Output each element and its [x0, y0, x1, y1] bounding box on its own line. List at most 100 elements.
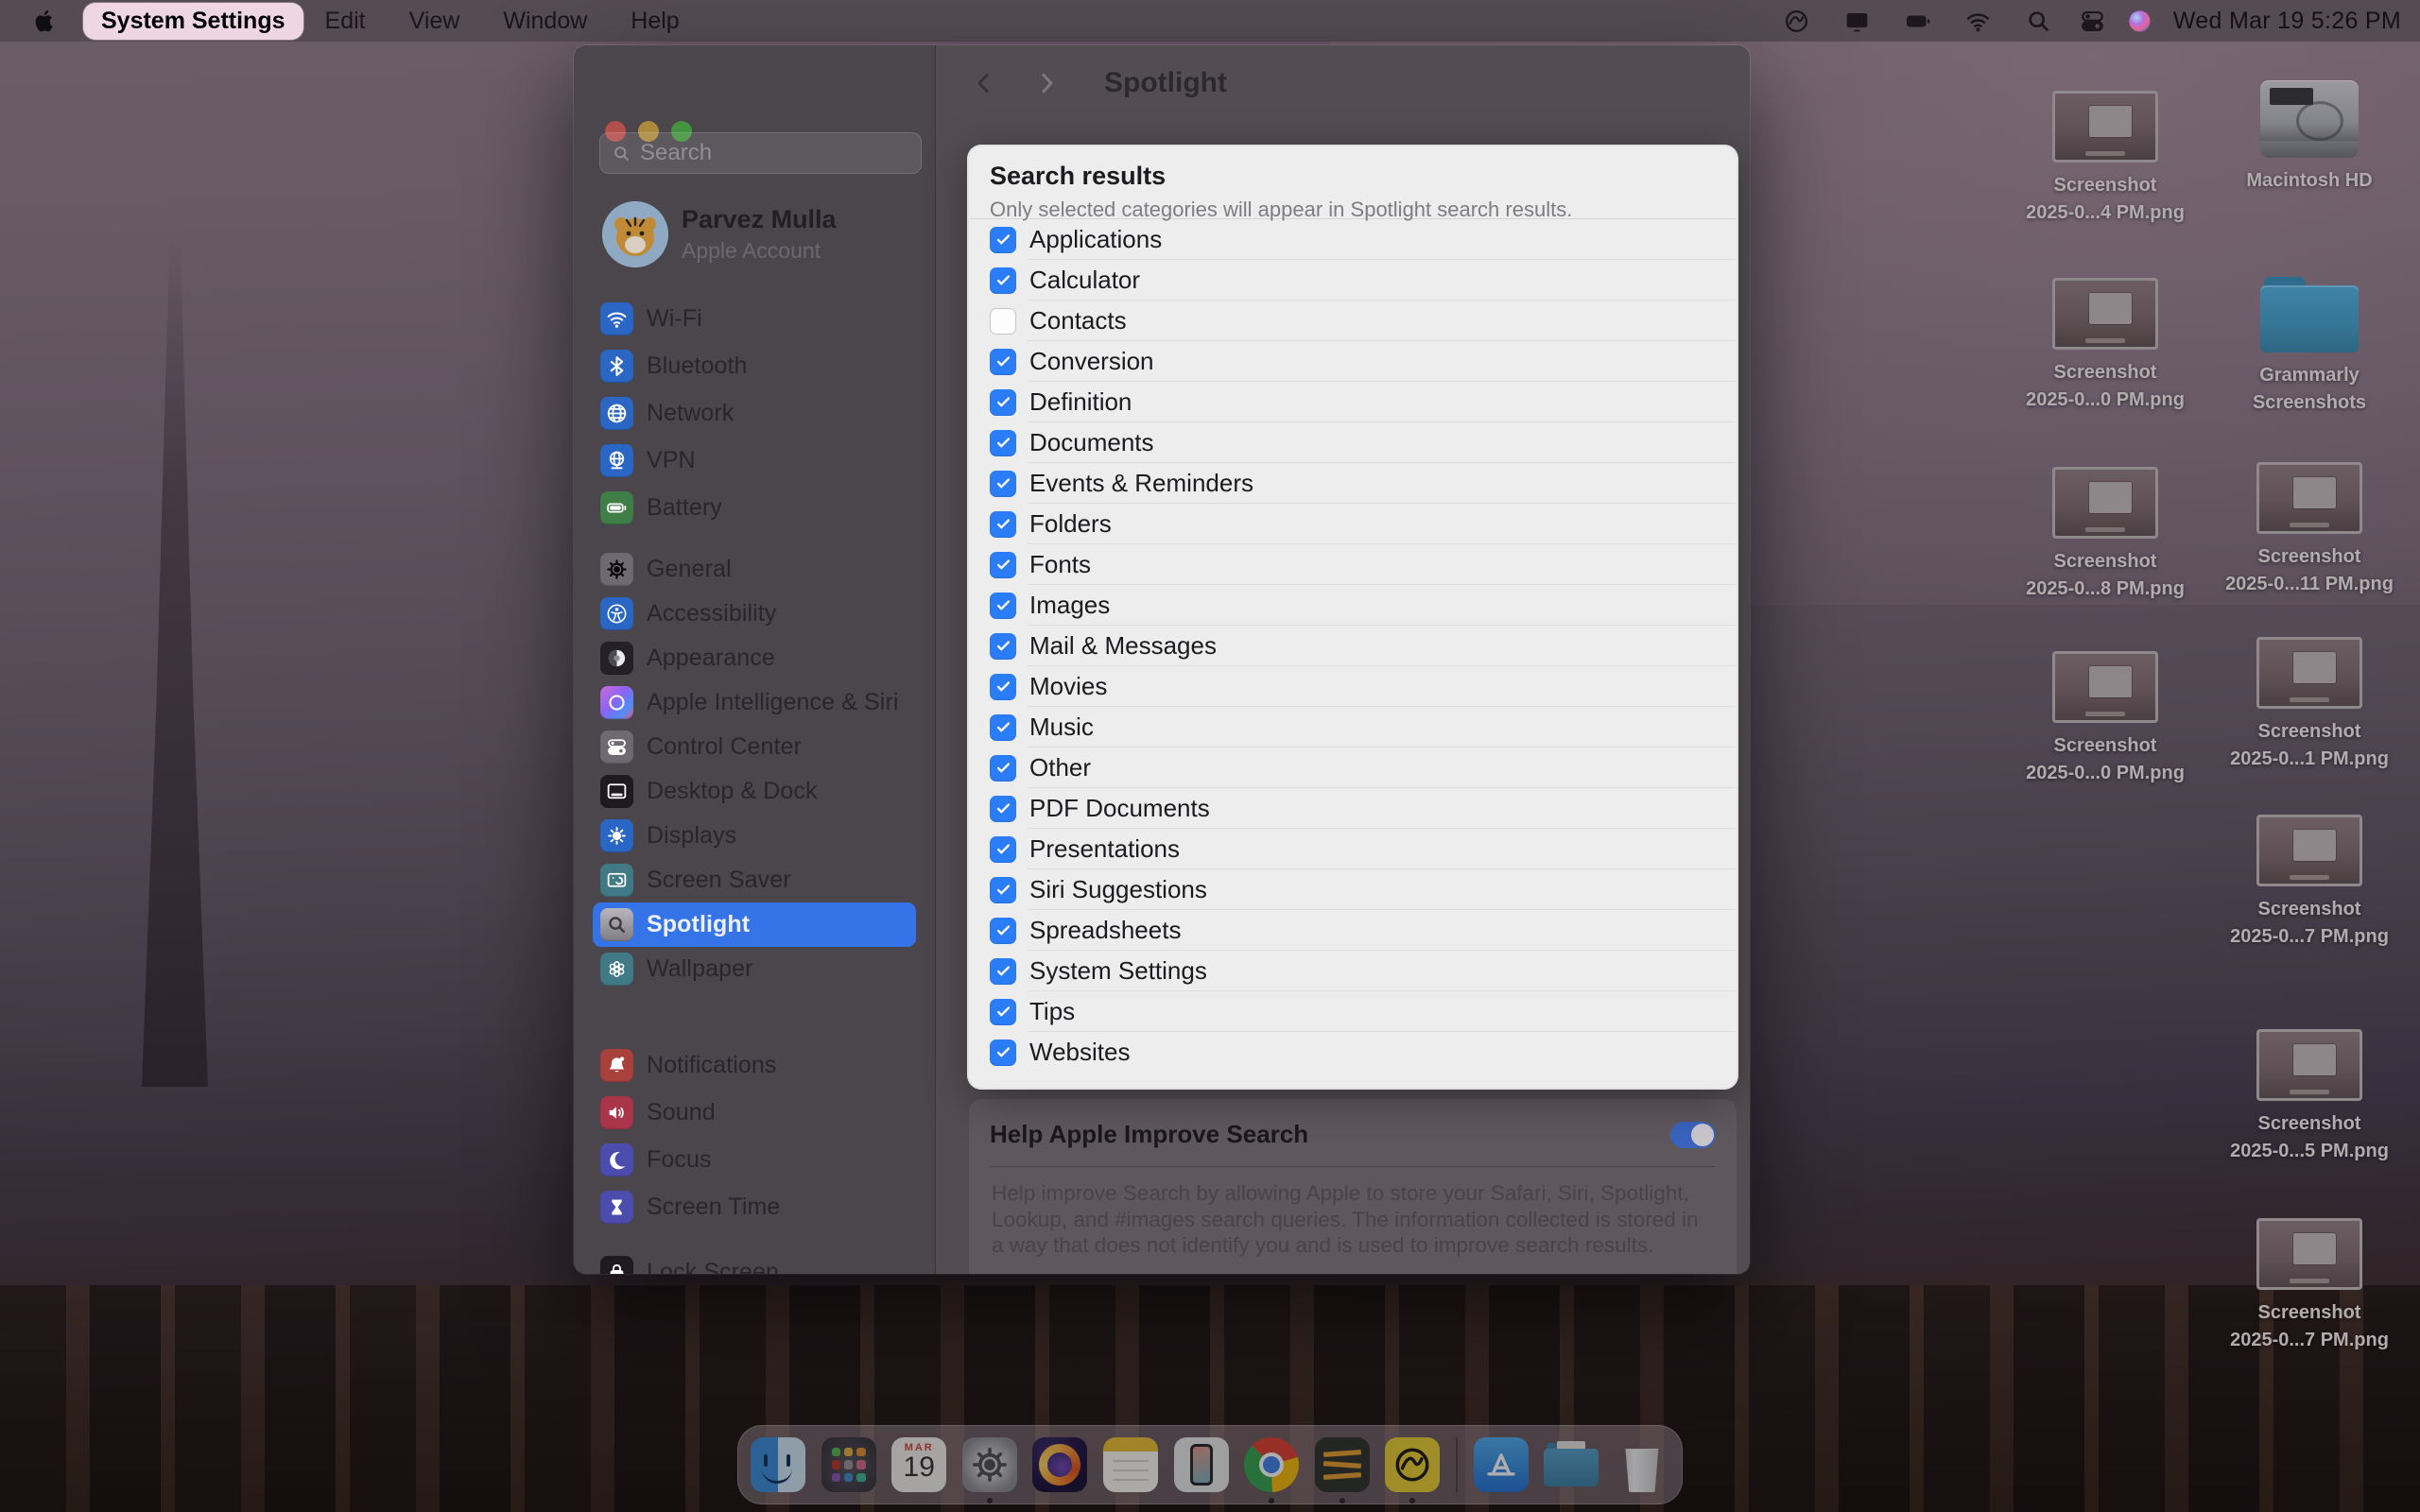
- search-category-row-folders[interactable]: Folders: [969, 504, 1737, 544]
- wifi-icon[interactable]: [1948, 0, 2009, 42]
- forward-chevron-icon[interactable]: [1032, 69, 1061, 97]
- sidebar-item-appearance[interactable]: Appearance: [593, 636, 916, 680]
- search-category-row-documents[interactable]: Documents: [969, 422, 1737, 463]
- sidebar-account-row[interactable]: Parvez Mulla Apple Account: [593, 198, 916, 270]
- app-menu-system-settings[interactable]: System Settings: [83, 2, 303, 40]
- calendar-icon[interactable]: MAR 19: [891, 1437, 947, 1492]
- app-store-icon[interactable]: [1473, 1437, 1529, 1492]
- menu-view[interactable]: View: [388, 8, 482, 35]
- menu-help[interactable]: Help: [609, 8, 700, 35]
- search-category-row-spreadsheets[interactable]: Spreadsheets: [969, 910, 1737, 951]
- search-category-row-mail-and-messages[interactable]: Mail & Messages: [969, 626, 1737, 666]
- help-improve-search-toggle[interactable]: [1670, 1121, 1716, 1148]
- sidebar-item-sound[interactable]: Sound: [593, 1089, 916, 1136]
- sidebar-item-apple-intelligence-and-siri[interactable]: Apple Intelligence & Siri: [593, 680, 916, 725]
- desktop-icon-screenshot-2025-0-8-pm-png[interactable]: Screenshot 2025-0...8 PM.png: [2001, 435, 2209, 603]
- checkbox-presentations[interactable]: [990, 835, 1016, 863]
- checkbox-fonts[interactable]: [990, 551, 1016, 578]
- menu-edit[interactable]: Edit: [303, 8, 388, 35]
- search-category-row-events-and-reminders[interactable]: Events & Reminders: [969, 463, 1737, 504]
- finder-icon[interactable]: [751, 1437, 805, 1492]
- checkbox-mail-and-messages[interactable]: [990, 632, 1016, 660]
- search-category-row-music[interactable]: Music: [969, 707, 1737, 747]
- sidebar-item-displays[interactable]: Displays: [593, 814, 916, 858]
- search-category-row-siri-suggestions[interactable]: Siri Suggestions: [969, 869, 1737, 910]
- checkbox-contacts[interactable]: [990, 307, 1016, 335]
- search-category-row-system-settings[interactable]: System Settings: [969, 951, 1737, 991]
- battery-icon[interactable]: [1888, 0, 1948, 42]
- desktop-icon-macintosh-hd-1[interactable]: Macintosh HD: [2205, 54, 2413, 195]
- search-category-row-presentations[interactable]: Presentations: [969, 829, 1737, 869]
- sidebar-item-battery[interactable]: Battery: [593, 484, 916, 531]
- checkbox-pdf-documents[interactable]: [990, 795, 1016, 822]
- desktop-icon-screenshot-2025-0-0-pm-png[interactable]: Screenshot 2025-0...0 PM.png: [2001, 619, 2209, 787]
- checkbox-applications[interactable]: [990, 226, 1016, 253]
- search-icon[interactable]: [2009, 0, 2069, 42]
- sidebar-item-accessibility[interactable]: Accessibility: [593, 592, 916, 636]
- sidebar-item-lock-screen[interactable]: Lock Screen: [593, 1248, 916, 1274]
- chrome-icon[interactable]: [1244, 1437, 1300, 1503]
- desktop-icon-screenshot-2025-0-1-pm-png[interactable]: Screenshot 2025-0...1 PM.png: [2205, 605, 2413, 773]
- desktop-icon-screenshot-2025-0-7-pm-png[interactable]: Screenshot 2025-0...7 PM.png: [2205, 1186, 2413, 1354]
- search-category-row-websites[interactable]: Websites: [969, 1032, 1737, 1073]
- sidebar-item-spotlight[interactable]: Spotlight: [593, 902, 916, 947]
- notes-icon[interactable]: [1103, 1437, 1159, 1492]
- sidebar-item-screen-saver[interactable]: Screen Saver: [593, 858, 916, 902]
- desktop-icon-screenshot-2025-0-4-pm-png[interactable]: Screenshot 2025-0...4 PM.png: [2001, 59, 2209, 227]
- search-category-row-tips[interactable]: Tips: [969, 991, 1737, 1032]
- sidebar-item-wallpaper[interactable]: Wallpaper: [593, 947, 916, 991]
- search-category-row-calculator[interactable]: Calculator: [969, 260, 1737, 301]
- basecamp-icon[interactable]: [1767, 0, 1827, 42]
- search-category-row-applications[interactable]: Applications: [969, 219, 1737, 260]
- checkbox-siri-suggestions[interactable]: [990, 876, 1016, 903]
- sublime-text-icon[interactable]: [1314, 1437, 1370, 1503]
- search-category-row-conversion[interactable]: Conversion: [969, 341, 1737, 382]
- iphone-mirroring-icon[interactable]: [1173, 1437, 1229, 1492]
- trash-icon[interactable]: [1615, 1437, 1669, 1492]
- sidebar-item-bluetooth[interactable]: Bluetooth: [593, 342, 916, 389]
- menu-bar-clock[interactable]: Wed Mar 19 5:26 PM: [2173, 8, 2401, 35]
- system-settings-icon[interactable]: [961, 1437, 1017, 1503]
- apple-menu-icon[interactable]: [32, 9, 57, 33]
- sidebar-item-screen-time[interactable]: Screen Time: [593, 1183, 916, 1230]
- checkbox-system-settings[interactable]: [990, 957, 1016, 985]
- menu-window[interactable]: Window: [481, 8, 609, 35]
- checkbox-calculator[interactable]: [990, 266, 1016, 294]
- sidebar-item-control-center[interactable]: Control Center: [593, 725, 916, 769]
- search-category-row-definition[interactable]: Definition: [969, 382, 1737, 422]
- checkbox-events-and-reminders[interactable]: [990, 470, 1016, 497]
- checkbox-websites[interactable]: [990, 1039, 1016, 1066]
- search-category-row-contacts[interactable]: Contacts: [969, 301, 1737, 341]
- search-category-row-other[interactable]: Other: [969, 747, 1737, 788]
- sidebar-item-desktop-and-dock[interactable]: Desktop & Dock: [593, 769, 916, 814]
- checkbox-images[interactable]: [990, 592, 1016, 619]
- launchpad-icon[interactable]: [821, 1437, 876, 1492]
- sidebar-item-vpn[interactable]: VPN: [593, 437, 916, 484]
- control-center-icon[interactable]: [2069, 0, 2117, 42]
- firefox-icon[interactable]: [1032, 1437, 1088, 1492]
- downloads-folder-icon[interactable]: [1544, 1437, 1599, 1492]
- checkbox-conversion[interactable]: [990, 348, 1016, 375]
- search-category-row-images[interactable]: Images: [969, 585, 1737, 626]
- sidebar-search-field[interactable]: Search: [599, 132, 922, 174]
- checkbox-documents[interactable]: [990, 429, 1016, 456]
- display-icon[interactable]: [1827, 0, 1888, 42]
- siri-icon[interactable]: [2117, 0, 2164, 42]
- desktop-icon-screenshot-2025-0-11-pm-png[interactable]: Screenshot 2025-0...11 PM.png: [2205, 430, 2413, 598]
- sidebar-item-notifications[interactable]: Notifications: [593, 1041, 916, 1089]
- desktop-icon-screenshot-2025-0-5-pm-png[interactable]: Screenshot 2025-0...5 PM.png: [2205, 997, 2413, 1165]
- checkbox-tips[interactable]: [990, 998, 1016, 1025]
- basecamp-dock-icon[interactable]: [1385, 1437, 1441, 1503]
- sidebar-item-focus[interactable]: Focus: [593, 1136, 916, 1183]
- desktop-icon-screenshot-2025-0-0-pm-png[interactable]: Screenshot 2025-0...0 PM.png: [2001, 246, 2209, 414]
- sidebar-item-wi-fi[interactable]: Wi-Fi: [593, 295, 916, 342]
- search-category-row-movies[interactable]: Movies: [969, 666, 1737, 707]
- search-category-row-fonts[interactable]: Fonts: [969, 544, 1737, 585]
- sidebar-item-network[interactable]: Network: [593, 389, 916, 437]
- search-category-row-pdf-documents[interactable]: PDF Documents: [969, 788, 1737, 829]
- checkbox-music[interactable]: [990, 713, 1016, 741]
- sidebar-item-general[interactable]: General: [593, 547, 916, 592]
- desktop-icon-screenshot-2025-0-7-pm-png[interactable]: Screenshot 2025-0...7 PM.png: [2205, 782, 2413, 951]
- desktop-icon-grammarly-screenshots[interactable]: Grammarly Screenshots: [2205, 249, 2413, 417]
- checkbox-definition[interactable]: [990, 388, 1016, 416]
